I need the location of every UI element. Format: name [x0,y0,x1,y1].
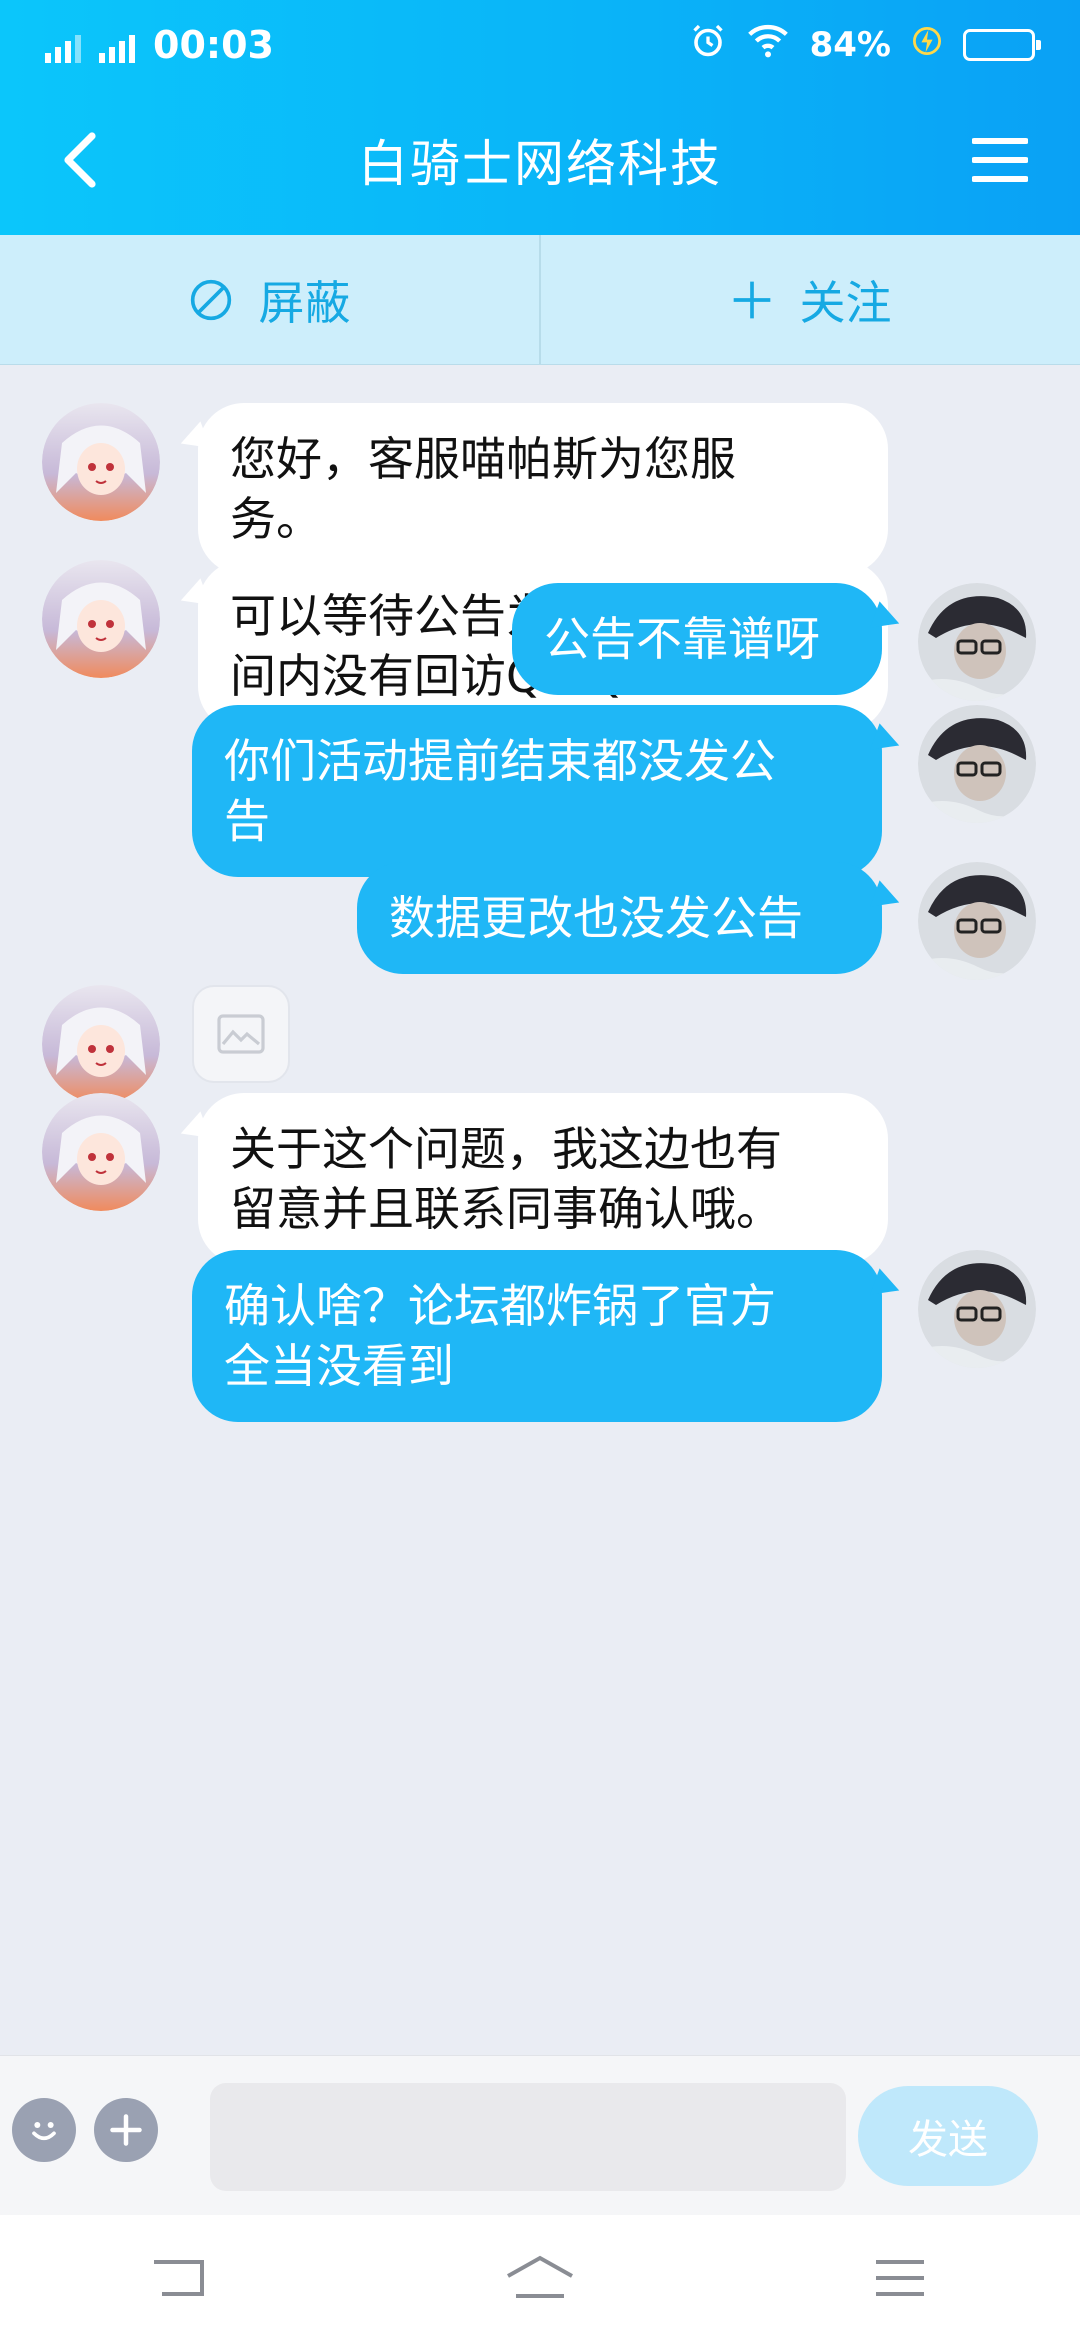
menu-button[interactable] [960,120,1040,200]
avatar[interactable] [918,705,1036,823]
send-button[interactable]: 发送 [858,2086,1038,2186]
block-button[interactable]: 屏蔽 [0,235,539,364]
chevron-left-icon [64,132,96,188]
broken-image-icon [217,1014,265,1054]
wifi-icon [747,24,788,67]
message-line: 公告不靠谱呀 [544,612,820,666]
message-line: 数据更改也没发公告 [389,891,803,945]
plus-icon [110,2114,142,2146]
message-line: 确认啥？论坛都炸锅了官方 [224,1279,776,1333]
status-time: 00:03 [153,23,274,67]
status-left: 00:03 [45,23,274,67]
menu-nav-button[interactable] [850,2238,950,2318]
back-nav-icon [154,2259,204,2296]
system-nav-bar [0,2215,1080,2340]
plus-button[interactable] [94,2098,158,2162]
status-bar: 00:03 84% [0,0,1080,90]
avatar[interactable] [42,403,160,521]
message-bubble[interactable]: 公告不靠谱呀 [512,583,882,695]
message-bubble[interactable]: 您好，客服喵帕斯为您服 务。 [198,403,888,575]
message-bubble[interactable]: 关于这个问题，我这边也有 留意并且联系同事确认哦。 [198,1093,888,1265]
avatar[interactable] [42,1093,160,1211]
home-nav-button[interactable] [490,2238,590,2318]
message-bubble[interactable]: 你们活动提前结束都没发公 告 [192,705,882,877]
message-line: 留意并且联系同事确认哦。 [230,1182,782,1236]
image-message[interactable] [192,985,290,1083]
message-line: 务。 [230,492,322,546]
input-bar: 发送 [0,2055,1080,2215]
action-bar: 屏蔽 关注 [0,235,1080,365]
status-right: 84% [690,23,1041,68]
message-line: 全当没看到 [224,1339,454,1393]
alarm-icon [690,23,726,68]
back-button[interactable] [40,120,120,200]
message-bubble[interactable]: 数据更改也没发公告 [357,862,882,974]
menu-nav-icon [876,2259,924,2296]
hamburger-menu-icon [972,138,1028,182]
app-header: 00:03 84% 白骑士网络科技 [0,0,1080,235]
emoji-icon [32,2122,56,2141]
block-icon [190,279,231,320]
message-line: 您好，客服喵帕斯为您服 [230,432,736,486]
avatar[interactable] [918,1250,1036,1368]
follow-button[interactable]: 关注 [539,235,1080,364]
battery-icon [963,29,1041,61]
message-line: 关于这个问题，我这边也有 [230,1122,782,1176]
message-line: 告 [224,794,270,848]
back-nav-button[interactable] [130,2238,230,2318]
charging-icon [913,24,941,66]
avatar[interactable] [918,583,1036,701]
title-bar: 白骑士网络科技 [0,100,1080,220]
message-bubble[interactable]: 确认啥？论坛都炸锅了官方 全当没看到 [192,1250,882,1422]
battery-percent: 84% [809,25,891,65]
emoji-button[interactable] [12,2098,76,2162]
avatar[interactable] [918,862,1036,980]
home-nav-icon [507,2255,573,2298]
plus-icon [733,281,770,318]
chat-area[interactable]: 您好，客服喵帕斯为您服 务。 可以等待公告为准哦，短时 间内没有回访QWQ 公告… [0,365,1080,2055]
page-title: 白骑士网络科技 [358,135,722,193]
message-line: 你们活动提前结束都没发公 [224,734,776,788]
avatar[interactable] [42,985,160,1103]
message-input[interactable] [210,2083,846,2191]
follow-label: 关注 [799,275,892,330]
avatar[interactable] [42,560,160,678]
signal-hd-icon [99,27,135,63]
block-label: 屏蔽 [258,275,351,330]
signal-icon [45,27,81,63]
